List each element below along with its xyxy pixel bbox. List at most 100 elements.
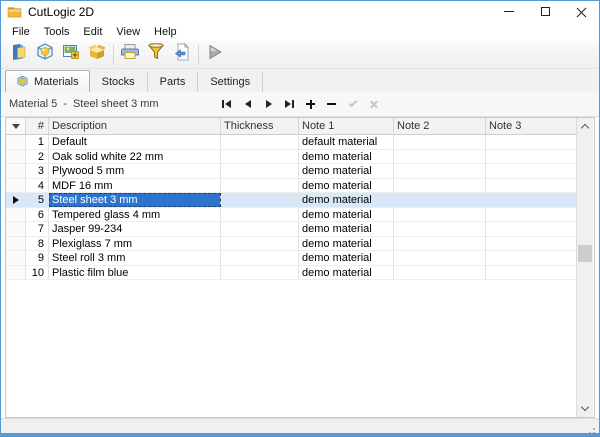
cell-num[interactable]: 6 [26,208,49,222]
cell-note3[interactable] [486,179,576,193]
table-row[interactable]: 6Tempered glass 4 mm demo material [6,208,576,223]
cell-description[interactable]: Plywood 5 mm [49,164,221,178]
cell-description[interactable]: Plastic film blue [49,266,221,280]
cell-note1[interactable]: demo material [299,150,394,164]
cell-note3[interactable] [486,150,576,164]
cell-note2[interactable] [394,222,486,236]
next-record-button[interactable] [260,96,277,112]
cell-note1[interactable]: demo material [299,193,394,207]
table-row[interactable]: 2Oak solid white 22 mm demo material [6,150,576,165]
menu-file[interactable]: File [5,24,37,40]
cell-description[interactable]: MDF 16 mm [49,179,221,193]
resize-grip-icon[interactable] [593,428,595,430]
cell-description[interactable]: Oak solid white 22 mm [49,150,221,164]
cell-num[interactable]: 1 [26,135,49,149]
insert-record-button[interactable] [302,96,319,112]
cell-num[interactable]: 2 [26,150,49,164]
print-button[interactable] [117,43,143,67]
tab-settings[interactable]: Settings [198,72,263,92]
table-row[interactable]: 10Plastic film blue demo material [6,266,576,281]
table-row[interactable]: 9Steel roll 3 mm demo material [6,251,576,266]
new-project-button[interactable] [6,43,32,67]
cell-note3[interactable] [486,266,576,280]
menu-view[interactable]: View [109,24,147,40]
cell-thickness[interactable] [221,222,299,236]
cell-note3[interactable] [486,193,576,207]
cell-note1[interactable]: demo material [299,251,394,265]
table-row[interactable]: 8Plexiglass 7 mmdemo material [6,237,576,252]
cell-num[interactable]: 4 [26,179,49,193]
cell-note3[interactable] [486,222,576,236]
cell-num[interactable]: 3 [26,164,49,178]
column-header-note3[interactable]: Note 3 [486,118,576,134]
cell-thickness[interactable] [221,164,299,178]
minimize-button[interactable] [491,1,527,22]
menu-edit[interactable]: Edit [76,24,109,40]
cell-note2[interactable] [394,193,486,207]
cell-note1[interactable]: demo material [299,266,394,280]
materials-button[interactable] [32,43,58,67]
column-header-description[interactable]: Description [49,118,221,134]
column-header-thickness[interactable]: Thickness [221,118,299,134]
filter-button[interactable] [143,43,169,67]
cell-note3[interactable] [486,164,576,178]
table-row[interactable]: 5Steel sheet 3 mmdemo material [6,193,576,208]
cell-description[interactable]: Jasper 99-234 [49,222,221,236]
last-record-button[interactable] [281,96,298,112]
cell-note2[interactable] [394,251,486,265]
cell-note1[interactable]: default material [299,135,394,149]
run-button[interactable] [202,43,228,67]
tab-stocks[interactable]: Stocks [90,72,148,92]
tab-materials[interactable]: Materials [5,70,90,92]
cell-description[interactable]: Steel roll 3 mm [49,251,221,265]
delete-record-button[interactable] [323,96,340,112]
cell-thickness[interactable] [221,179,299,193]
close-button[interactable] [563,1,599,22]
cell-note3[interactable] [486,208,576,222]
cell-note3[interactable] [486,251,576,265]
table-row[interactable]: 1Default default material [6,135,576,150]
cell-description[interactable]: Tempered glass 4 mm [49,208,221,222]
cell-description[interactable]: Steel sheet 3 mm [49,193,221,207]
column-header-note1[interactable]: Note 1 [299,118,394,134]
maximize-button[interactable] [527,1,563,22]
column-select-button[interactable] [6,118,26,134]
tab-parts[interactable]: Parts [148,72,199,92]
prior-record-button[interactable] [239,96,256,112]
cell-thickness[interactable] [221,208,299,222]
cell-note1[interactable]: demo material [299,179,394,193]
column-header-note2[interactable]: Note 2 [394,118,486,134]
cell-num[interactable]: 10 [26,266,49,280]
table-row[interactable]: 3Plywood 5 mm demo material [6,164,576,179]
cell-num[interactable]: 7 [26,222,49,236]
cell-thickness[interactable] [221,135,299,149]
cell-note2[interactable] [394,164,486,178]
cell-note1[interactable]: demo material [299,222,394,236]
menu-tools[interactable]: Tools [37,24,77,40]
cell-note1[interactable]: demo material [299,164,394,178]
cell-note2[interactable] [394,208,486,222]
scrollbar-thumb[interactable] [578,245,592,262]
table-row[interactable]: 4MDF 16 mm demo material [6,179,576,194]
cell-thickness[interactable] [221,193,299,207]
table-row[interactable]: 7Jasper 99-234 demo material [6,222,576,237]
cell-note2[interactable] [394,150,486,164]
cell-num[interactable]: 8 [26,237,49,251]
cell-description[interactable]: Default [49,135,221,149]
menu-help[interactable]: Help [147,24,184,40]
scroll-up-button[interactable] [577,118,593,135]
first-record-button[interactable] [218,96,235,112]
stocks-button[interactable] [58,43,84,67]
cell-note3[interactable] [486,237,576,251]
parts-button[interactable] [84,43,110,67]
column-header-num[interactable]: # [26,118,49,134]
cell-note2[interactable] [394,179,486,193]
cell-thickness[interactable] [221,266,299,280]
cell-thickness[interactable] [221,251,299,265]
cell-note1[interactable]: demo material [299,208,394,222]
cell-num[interactable]: 9 [26,251,49,265]
scroll-down-button[interactable] [577,400,593,417]
cell-note2[interactable] [394,135,486,149]
cell-note2[interactable] [394,266,486,280]
cell-note2[interactable] [394,237,486,251]
